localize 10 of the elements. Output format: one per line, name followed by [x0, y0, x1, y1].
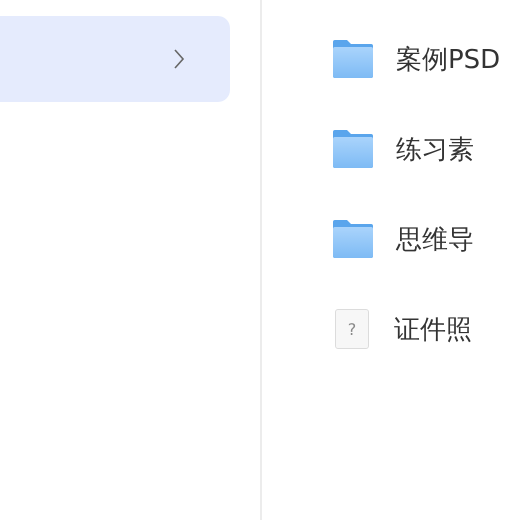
unknown-file-icon: ? — [335, 309, 369, 349]
chevron-right-icon — [174, 49, 184, 69]
folder-icon — [332, 40, 374, 78]
file-name[interactable]: 练习素 — [396, 132, 474, 166]
file-name[interactable]: 思维导 — [396, 222, 474, 256]
folder-icon — [332, 130, 374, 168]
file-name[interactable]: 证件照 — [394, 312, 472, 346]
sidebar-item[interactable] — [0, 16, 230, 102]
folder-icon — [332, 220, 374, 258]
file-name[interactable]: 案例PSD — [396, 42, 500, 76]
